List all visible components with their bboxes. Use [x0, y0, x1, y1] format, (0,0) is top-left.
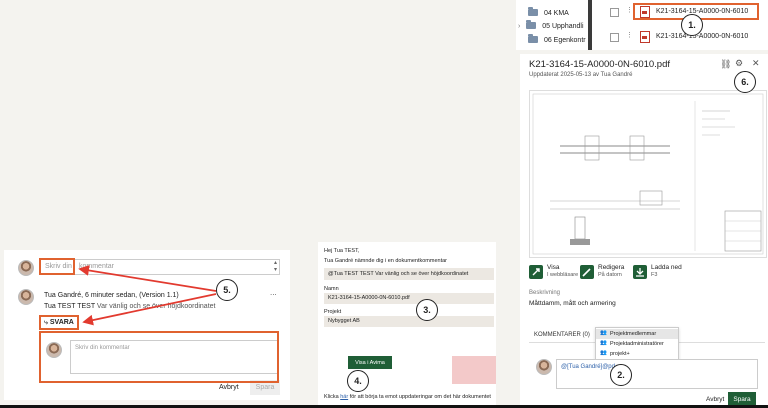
- view-in-avima-button[interactable]: Visa i Avima: [348, 356, 392, 369]
- avatar: [18, 289, 34, 305]
- step-marker-5: 5.: [216, 279, 238, 301]
- more-vertical-icon[interactable]: ⋮: [626, 31, 633, 39]
- folder-tree: 04 KMA › 05 Upphandli 06 Egenkontr: [516, 0, 588, 50]
- folder-item[interactable]: › 05 Upphandli: [518, 20, 584, 30]
- more-options-icon[interactable]: ...: [270, 288, 277, 297]
- email-name-label: Namn: [324, 286, 339, 292]
- save-button[interactable]: Spara: [728, 392, 756, 406]
- share-settings-icon[interactable]: ⚙: [735, 58, 743, 69]
- highlight-reply: [39, 315, 79, 330]
- download-icon: [633, 265, 647, 279]
- mention-option[interactable]: 👥 projekt+: [596, 349, 678, 359]
- document-preview-panel: K21-3164-15-A0000-0N-6010.pdf Uppdaterat…: [520, 54, 768, 408]
- mention-option[interactable]: 👥 Projektadministratörer: [596, 339, 678, 349]
- comment-text: Tua TEST TEST Var vänlig och se över höj…: [44, 303, 216, 310]
- email-name-row: K21-3164-15-A0000-0N-6010.pdf: [324, 293, 494, 304]
- unsubscribe-link[interactable]: här: [340, 394, 348, 400]
- highlight-reply-box: [39, 331, 279, 383]
- pdf-drawing-preview[interactable]: [529, 90, 767, 258]
- panel-divider: [588, 0, 592, 50]
- resize-stepper-icon[interactable]: ▴ ▾: [274, 260, 277, 274]
- new-comment-input[interactable]: Skriv din kommentar ▴ ▾: [40, 259, 280, 275]
- drawing-sketch: [532, 93, 764, 255]
- comment-author-line: Tua Gandré, 6 minuter sedan, (Version 1.…: [44, 292, 179, 299]
- comments-tab[interactable]: KOMMENTARER (0): [534, 332, 590, 338]
- step-marker-6: 6.: [734, 71, 756, 93]
- avatar: [18, 260, 34, 276]
- updated-line: Uppdaterat 2025-05-13 av Tua Gandré: [529, 72, 633, 78]
- folder-icon: [528, 7, 538, 16]
- view-icon: [529, 265, 543, 279]
- group-icon: 👥: [600, 350, 607, 356]
- cancel-button[interactable]: Avbryt: [706, 396, 724, 403]
- file-checkbox[interactable]: [610, 8, 619, 17]
- link-icon[interactable]: ⛓: [720, 59, 731, 70]
- action-download[interactable]: Ladda ned F3: [633, 264, 703, 284]
- highlight-new-comment: [39, 258, 75, 275]
- email-notification: Hej Tua TEST, Tua Gandré nämnde dig i en…: [318, 242, 496, 406]
- email-greeting: Hej Tua TEST,: [324, 248, 360, 254]
- folder-item[interactable]: 06 Egenkontr: [528, 34, 586, 44]
- pdf-file-icon: [640, 31, 650, 43]
- group-icon: 👥: [600, 340, 607, 346]
- chevron-right-icon: ›: [518, 23, 521, 30]
- description-label: Beskrivning: [529, 290, 561, 296]
- email-project-label: Projekt: [324, 309, 342, 315]
- file-checkbox[interactable]: [610, 33, 619, 42]
- comment-input[interactable]: @[Tua Gandré]@pd: [556, 359, 758, 389]
- step-marker-1: 1.: [681, 14, 703, 36]
- email-pink-block: [452, 356, 496, 384]
- action-edit[interactable]: Redigera På datorn: [580, 264, 640, 284]
- folder-icon: [526, 20, 537, 29]
- description-value: Måttdamm, mått och armering: [529, 300, 616, 307]
- email-footer: Klicka här för att börja ta emot uppdate…: [324, 394, 491, 400]
- mention-dropdown: 👥 Projektmedlemmar 👥 Projektadministratö…: [595, 327, 679, 362]
- avatar: [536, 359, 552, 375]
- mention-option[interactable]: 👥 Projektmedlemmar: [596, 329, 678, 339]
- group-icon: 👥: [600, 330, 607, 336]
- more-vertical-icon[interactable]: ⋮: [626, 6, 633, 14]
- close-icon[interactable]: ✕: [752, 58, 760, 69]
- cancel-button[interactable]: Avbryt: [219, 384, 239, 391]
- step-marker-2: 2.: [610, 364, 632, 386]
- document-title: K21-3164-15-A0000-0N-6010.pdf: [529, 59, 671, 70]
- email-project-row: Nybygget AB: [324, 316, 494, 327]
- email-quote: @Tua TEST TEST Var vänlig och se över hö…: [324, 268, 494, 280]
- folder-icon: [528, 34, 538, 43]
- edit-icon: [580, 265, 594, 279]
- step-marker-4: 4.: [347, 370, 369, 392]
- email-intro: Tua Gandré nämnde dig i en dokumentkomme…: [324, 258, 448, 264]
- folder-item[interactable]: 04 KMA: [528, 7, 569, 17]
- step-marker-3: 3.: [416, 299, 438, 321]
